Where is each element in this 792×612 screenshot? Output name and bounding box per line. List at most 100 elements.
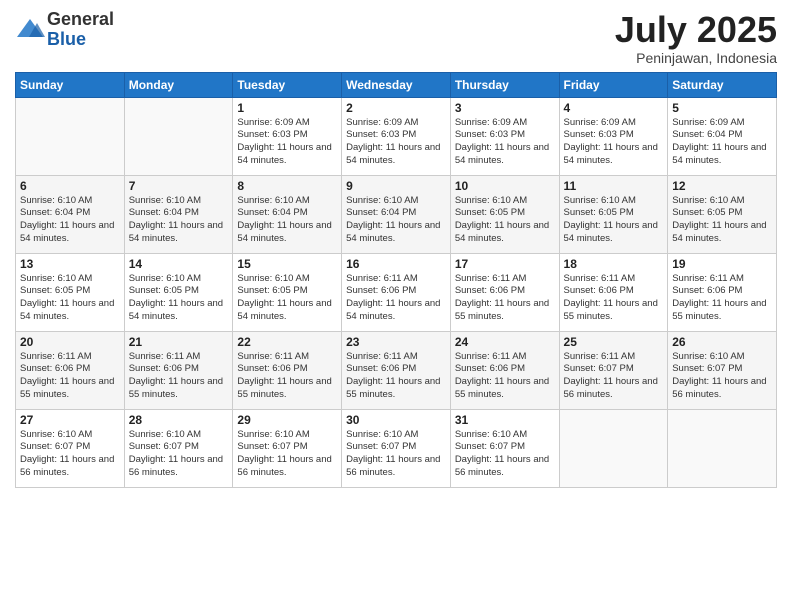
day-info: Sunrise: 6:10 AMSunset: 6:05 PMDaylight:… — [20, 273, 120, 324]
day-info: Sunrise: 6:11 AMSunset: 6:06 PMDaylight:… — [346, 273, 446, 324]
day-info: Sunrise: 6:09 AMSunset: 6:04 PMDaylight:… — [672, 117, 772, 168]
day-info: Sunrise: 6:10 AMSunset: 6:05 PMDaylight:… — [455, 195, 555, 246]
day-info: Sunrise: 6:09 AMSunset: 6:03 PMDaylight:… — [237, 117, 337, 168]
table-row: 10 Sunrise: 6:10 AMSunset: 6:05 PMDayligh… — [450, 175, 559, 253]
day-number: 31 — [455, 413, 555, 427]
day-info: Sunrise: 6:09 AMSunset: 6:03 PMDaylight:… — [346, 117, 446, 168]
table-row — [668, 409, 777, 487]
header: General Blue July 2025 Peninjawan, Indon… — [15, 10, 777, 66]
table-row: 21 Sunrise: 6:11 AMSunset: 6:06 PMDayligh… — [124, 331, 233, 409]
table-row: 16 Sunrise: 6:11 AMSunset: 6:06 PMDayligh… — [342, 253, 451, 331]
day-number: 23 — [346, 335, 446, 349]
day-info: Sunrise: 6:10 AMSunset: 6:04 PMDaylight:… — [129, 195, 229, 246]
day-number: 8 — [237, 179, 337, 193]
day-info: Sunrise: 6:11 AMSunset: 6:06 PMDaylight:… — [20, 351, 120, 402]
calendar-week-row: 27Sunrise: 6:10 AMSunset: 6:07 PMDayligh… — [16, 409, 777, 487]
table-row: 27Sunrise: 6:10 AMSunset: 6:07 PMDayligh… — [16, 409, 125, 487]
day-info: Sunrise: 6:10 AMSunset: 6:05 PMDaylight:… — [129, 273, 229, 324]
day-number: 13 — [20, 257, 120, 271]
table-row: 12Sunrise: 6:10 AMSunset: 6:05 PMDayligh… — [668, 175, 777, 253]
day-info: Sunrise: 6:10 AMSunset: 6:05 PMDaylight:… — [564, 195, 664, 246]
col-header-friday: Friday — [559, 72, 668, 97]
day-number: 1 — [237, 101, 337, 115]
day-info: Sunrise: 6:11 AMSunset: 6:07 PMDaylight:… — [564, 351, 664, 402]
col-header-tuesday: Tuesday — [233, 72, 342, 97]
month-title: July 2025 — [615, 10, 777, 50]
day-info: Sunrise: 6:10 AMSunset: 6:04 PMDaylight:… — [20, 195, 120, 246]
calendar-week-row: 1 Sunrise: 6:09 AMSunset: 6:03 PMDaylight… — [16, 97, 777, 175]
day-number: 20 — [20, 335, 120, 349]
table-row: 15 Sunrise: 6:10 AMSunset: 6:05 PMDayligh… — [233, 253, 342, 331]
day-number: 17 — [455, 257, 555, 271]
day-info: Sunrise: 6:11 AMSunset: 6:06 PMDaylight:… — [455, 351, 555, 402]
table-row: 23 Sunrise: 6:11 AMSunset: 6:06 PMDayligh… — [342, 331, 451, 409]
col-header-sunday: Sunday — [16, 72, 125, 97]
logo-general-text: General — [47, 10, 114, 30]
day-number: 26 — [672, 335, 772, 349]
table-row: 28 Sunrise: 6:10 AMSunset: 6:07 PMDayligh… — [124, 409, 233, 487]
day-number: 15 — [237, 257, 337, 271]
table-row: 19Sunrise: 6:11 AMSunset: 6:06 PMDayligh… — [668, 253, 777, 331]
day-info: Sunrise: 6:09 AMSunset: 6:03 PMDaylight:… — [564, 117, 664, 168]
day-number: 10 — [455, 179, 555, 193]
location: Peninjawan, Indonesia — [615, 50, 777, 66]
calendar-header-row: SundayMondayTuesdayWednesdayThursdayFrid… — [16, 72, 777, 97]
table-row: 7 Sunrise: 6:10 AMSunset: 6:04 PMDaylight… — [124, 175, 233, 253]
day-number: 24 — [455, 335, 555, 349]
day-number: 28 — [129, 413, 229, 427]
day-info: Sunrise: 6:11 AMSunset: 6:06 PMDaylight:… — [129, 351, 229, 402]
day-info: Sunrise: 6:10 AMSunset: 6:07 PMDaylight:… — [672, 351, 772, 402]
day-info: Sunrise: 6:10 AMSunset: 6:04 PMDaylight:… — [237, 195, 337, 246]
title-block: July 2025 Peninjawan, Indonesia — [615, 10, 777, 66]
day-number: 19 — [672, 257, 772, 271]
col-header-saturday: Saturday — [668, 72, 777, 97]
page: General Blue July 2025 Peninjawan, Indon… — [0, 0, 792, 612]
day-number: 25 — [564, 335, 664, 349]
day-info: Sunrise: 6:11 AMSunset: 6:06 PMDaylight:… — [346, 351, 446, 402]
day-info: Sunrise: 6:10 AMSunset: 6:07 PMDaylight:… — [237, 429, 337, 480]
col-header-thursday: Thursday — [450, 72, 559, 97]
logo-icon — [15, 15, 45, 45]
day-number: 4 — [564, 101, 664, 115]
day-number: 18 — [564, 257, 664, 271]
table-row: 5Sunrise: 6:09 AMSunset: 6:04 PMDaylight… — [668, 97, 777, 175]
logo: General Blue — [15, 10, 114, 50]
table-row: 20 Sunrise: 6:11 AMSunset: 6:06 PMDayligh… — [16, 331, 125, 409]
day-info: Sunrise: 6:11 AMSunset: 6:06 PMDaylight:… — [564, 273, 664, 324]
day-number: 22 — [237, 335, 337, 349]
day-info: Sunrise: 6:11 AMSunset: 6:06 PMDaylight:… — [237, 351, 337, 402]
logo-text: General Blue — [47, 10, 114, 50]
day-number: 21 — [129, 335, 229, 349]
table-row: 13 Sunrise: 6:10 AMSunset: 6:05 PMDayligh… — [16, 253, 125, 331]
table-row: 3Sunrise: 6:09 AMSunset: 6:03 PMDaylight… — [450, 97, 559, 175]
logo-blue-text: Blue — [47, 30, 114, 50]
table-row: 11 Sunrise: 6:10 AMSunset: 6:05 PMDayligh… — [559, 175, 668, 253]
day-number: 7 — [129, 179, 229, 193]
table-row: 18 Sunrise: 6:11 AMSunset: 6:06 PMDayligh… — [559, 253, 668, 331]
table-row: 24 Sunrise: 6:11 AMSunset: 6:06 PMDayligh… — [450, 331, 559, 409]
col-header-monday: Monday — [124, 72, 233, 97]
day-number: 12 — [672, 179, 772, 193]
calendar-table: SundayMondayTuesdayWednesdayThursdayFrid… — [15, 72, 777, 488]
day-info: Sunrise: 6:09 AMSunset: 6:03 PMDaylight:… — [455, 117, 555, 168]
table-row: 29Sunrise: 6:10 AMSunset: 6:07 PMDayligh… — [233, 409, 342, 487]
day-number: 9 — [346, 179, 446, 193]
table-row: 1 Sunrise: 6:09 AMSunset: 6:03 PMDaylight… — [233, 97, 342, 175]
table-row: 22 Sunrise: 6:11 AMSunset: 6:06 PMDayligh… — [233, 331, 342, 409]
day-number: 16 — [346, 257, 446, 271]
day-info: Sunrise: 6:10 AMSunset: 6:07 PMDaylight:… — [129, 429, 229, 480]
table-row — [559, 409, 668, 487]
table-row: 14Sunrise: 6:10 AMSunset: 6:05 PMDayligh… — [124, 253, 233, 331]
day-number: 11 — [564, 179, 664, 193]
table-row: 31Sunrise: 6:10 AMSunset: 6:07 PMDayligh… — [450, 409, 559, 487]
table-row: 30Sunrise: 6:10 AMSunset: 6:07 PMDayligh… — [342, 409, 451, 487]
day-info: Sunrise: 6:10 AMSunset: 6:07 PMDaylight:… — [346, 429, 446, 480]
table-row: 8 Sunrise: 6:10 AMSunset: 6:04 PMDaylight… — [233, 175, 342, 253]
day-info: Sunrise: 6:10 AMSunset: 6:05 PMDaylight:… — [237, 273, 337, 324]
day-number: 6 — [20, 179, 120, 193]
calendar-week-row: 6 Sunrise: 6:10 AMSunset: 6:04 PMDaylight… — [16, 175, 777, 253]
table-row: 4 Sunrise: 6:09 AMSunset: 6:03 PMDaylight… — [559, 97, 668, 175]
day-info: Sunrise: 6:10 AMSunset: 6:07 PMDaylight:… — [20, 429, 120, 480]
day-info: Sunrise: 6:11 AMSunset: 6:06 PMDaylight:… — [455, 273, 555, 324]
table-row: 17 Sunrise: 6:11 AMSunset: 6:06 PMDayligh… — [450, 253, 559, 331]
